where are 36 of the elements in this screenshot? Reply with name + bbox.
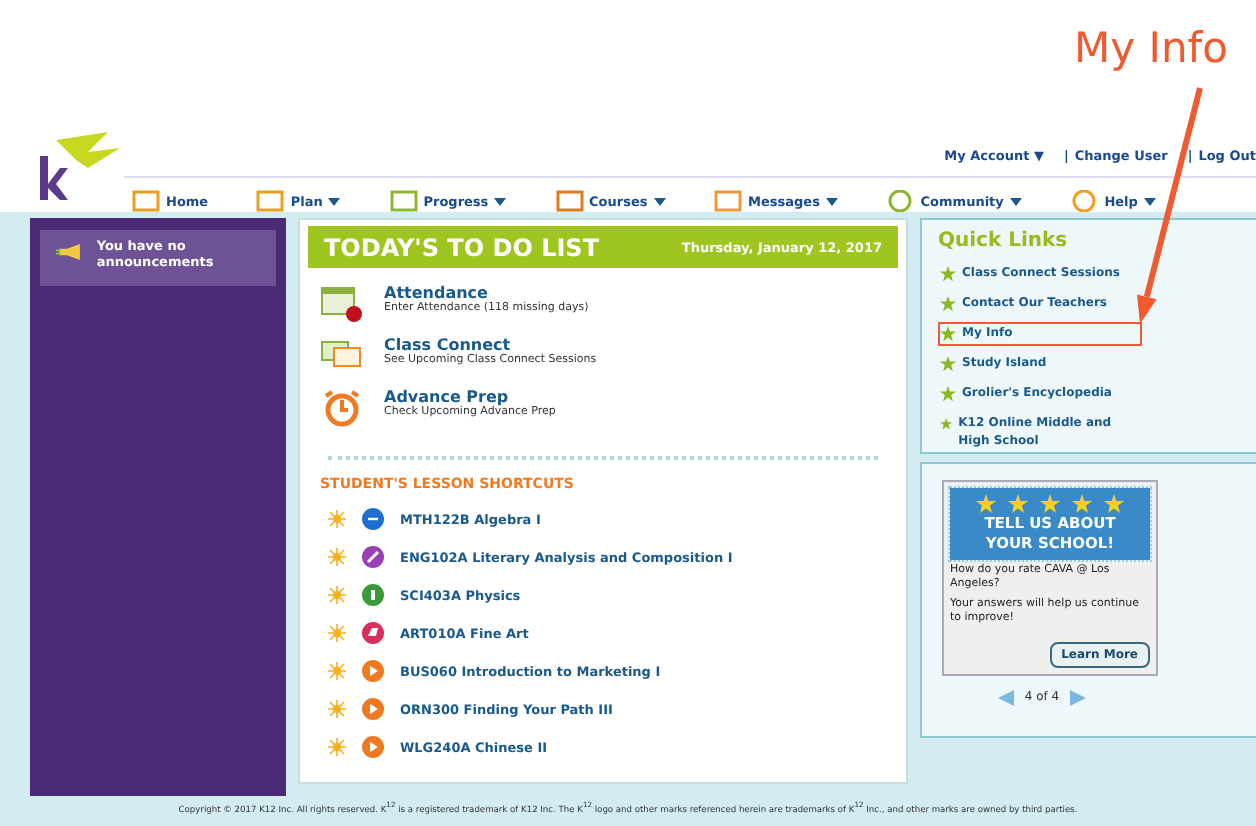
previous-icon[interactable]	[998, 689, 1015, 706]
sun-icon	[328, 700, 346, 718]
nav-icon	[132, 190, 160, 212]
sun-icon	[328, 586, 346, 604]
next-icon[interactable]	[1069, 689, 1086, 706]
nav-icon	[256, 190, 285, 212]
star-icon	[940, 386, 956, 403]
nav-icon	[555, 190, 583, 212]
nav-icon	[1070, 190, 1099, 212]
star-icon	[1072, 494, 1092, 514]
star-icon	[940, 416, 953, 433]
star-icon	[940, 356, 956, 373]
star-icon	[1104, 494, 1124, 514]
task-link[interactable]: Advance Prep	[384, 388, 556, 406]
star-icon	[940, 296, 956, 313]
nav-icon	[389, 190, 418, 212]
nav-icon	[714, 190, 743, 212]
calendar-icon	[320, 284, 364, 324]
annotation-label: My Info	[1074, 24, 1228, 72]
star-icon	[940, 326, 956, 343]
star-icon	[940, 266, 956, 282]
star-icon	[976, 494, 996, 514]
sun-icon	[328, 738, 346, 756]
task-link[interactable]: Attendance	[384, 284, 589, 302]
quick-links-title: Quick Links	[938, 230, 1070, 252]
alarm-clock-icon	[320, 388, 364, 428]
megaphone-icon	[56, 240, 85, 264]
sun-icon	[328, 548, 346, 566]
star-icon	[1008, 494, 1028, 514]
sun-icon	[328, 510, 346, 528]
star-icon	[1040, 494, 1060, 514]
sun-icon	[328, 624, 346, 642]
task-link[interactable]: Class Connect	[384, 336, 597, 354]
nav-icon	[886, 190, 915, 212]
sun-icon	[328, 662, 346, 680]
todo-title: TODAY'S TO DO LIST	[324, 233, 600, 261]
